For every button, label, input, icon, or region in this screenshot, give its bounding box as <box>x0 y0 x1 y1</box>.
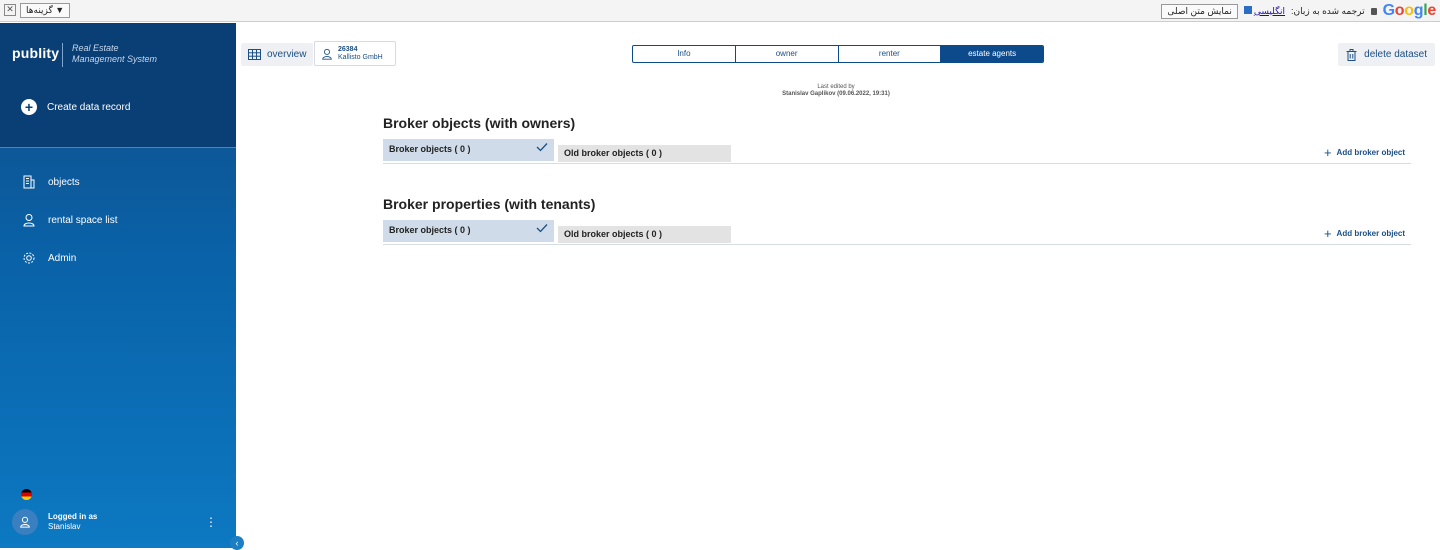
logo-divider <box>62 43 63 67</box>
user-icon <box>20 516 30 528</box>
sidebar-header: publity Real Estate Management System + … <box>0 23 236 147</box>
sidebar-item-label: objects <box>48 176 80 188</box>
record-tabs: Info owner renter estate agents <box>632 45 1044 63</box>
sidebar-item-label: Admin <box>48 252 77 264</box>
lock-icon <box>1370 7 1377 15</box>
plus-icon: + <box>1323 225 1332 241</box>
record-info: 26384 Kallisto GmbH <box>338 46 383 62</box>
add-broker-object-button[interactable]: + Add broker object <box>1323 144 1405 160</box>
tab-old-broker-objects[interactable]: Old broker objects ( 0 ) <box>558 226 731 243</box>
last-edited-label: Last edited by <box>817 84 855 90</box>
overview-label: overview <box>267 49 307 60</box>
german-flag-icon[interactable] <box>21 489 32 500</box>
sidebar: publity Real Estate Management System + … <box>0 23 244 550</box>
sidebar-item-objects[interactable]: objects <box>0 163 236 201</box>
sidebar-item-rental-space-list[interactable]: rental space list <box>0 201 236 239</box>
sidebar-nav: objects rental space list Admin <box>0 163 236 277</box>
record-number: 26384 <box>338 45 358 53</box>
brand-subtitle: Real Estate Management System <box>72 43 158 64</box>
overview-button[interactable]: overview <box>241 43 314 66</box>
record-owner-button[interactable]: 26384 Kallisto GmbH <box>314 41 396 66</box>
delete-label: delete dataset <box>1364 49 1427 60</box>
more-vertical-icon[interactable]: ⋮ <box>205 515 217 529</box>
gear-icon <box>23 252 35 264</box>
person-icon <box>23 214 35 227</box>
close-icon[interactable]: ✕ <box>4 4 16 16</box>
sidebar-item-admin[interactable]: Admin <box>0 239 236 277</box>
person-icon <box>322 48 332 60</box>
sidebar-item-label: rental space list <box>48 214 118 226</box>
last-edited-info: Last edited by Stanislav Gaplikov (09.06… <box>736 84 936 98</box>
section-title: Broker objects (with owners) <box>383 115 576 131</box>
chevron-down-icon <box>1243 5 1252 14</box>
google-logo: Google <box>1382 2 1437 19</box>
tab-owner[interactable]: owner <box>736 46 839 62</box>
create-record-button[interactable]: + Create data record <box>21 99 130 115</box>
add-broker-object-button[interactable]: + Add broker object <box>1323 225 1405 241</box>
table-icon <box>248 49 261 60</box>
options-button[interactable]: گزینه‌ها ▼ <box>20 3 71 18</box>
tab-broker-objects[interactable]: Broker objects ( 0 ) <box>383 139 554 161</box>
delete-dataset-button[interactable]: delete dataset <box>1338 43 1435 66</box>
logged-in-label: Logged in as <box>48 512 98 521</box>
broker-objects-owners-section: Broker objects (with owners) Broker obje… <box>383 115 1411 164</box>
last-edited-by: Stanislav Gaplikov (09.06.2022, 19:31) <box>782 91 890 97</box>
tab-old-broker-objects[interactable]: Old broker objects ( 0 ) <box>558 145 731 162</box>
check-icon <box>536 143 548 152</box>
translate-bar: ✕ گزینه‌ها ▼ Google ترجمه شده به زبان: ا… <box>0 0 1440 22</box>
user-info: Logged in as Stanislav <box>48 512 97 532</box>
tab-broker-objects[interactable]: Broker objects ( 0 ) <box>383 220 554 242</box>
create-record-label: Create data record <box>47 101 131 113</box>
tab-renter[interactable]: renter <box>839 46 942 62</box>
translate-controls: Google ترجمه شده به زبان: انگلیسی نمایش … <box>1161 2 1436 20</box>
trash-icon <box>1346 48 1357 61</box>
tab-estate-agents[interactable]: estate agents <box>941 46 1043 62</box>
user-name: Stanislav <box>48 522 81 531</box>
check-icon <box>536 224 548 233</box>
show-original-button[interactable]: نمایش متن اصلی <box>1161 3 1238 19</box>
broker-properties-tenants-section: Broker properties (with tenants) Broker … <box>383 196 1411 245</box>
user-profile[interactable]: Logged in as Stanislav <box>12 509 97 535</box>
avatar <box>12 509 38 535</box>
plus-icon: + <box>21 99 37 115</box>
main-content: overview 26384 Kallisto GmbH Info owner … <box>236 23 1440 548</box>
language-select[interactable]: انگلیسی <box>1243 5 1285 17</box>
plus-icon: + <box>1323 144 1332 160</box>
sidebar-divider <box>0 147 236 148</box>
building-icon <box>23 175 35 189</box>
brand-logo[interactable]: publity <box>12 45 59 61</box>
section-subtabs: Broker objects ( 0 ) Old broker objects … <box>383 220 1411 245</box>
tab-info[interactable]: Info <box>633 46 736 62</box>
record-name: Kallisto GmbH <box>338 53 383 61</box>
translated-to-label: ترجمه شده به زبان: <box>1291 5 1365 16</box>
section-title: Broker properties (with tenants) <box>383 196 596 212</box>
section-subtabs: Broker objects ( 0 ) Old broker objects … <box>383 139 1411 164</box>
